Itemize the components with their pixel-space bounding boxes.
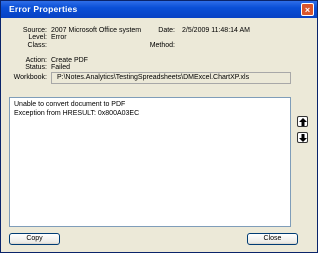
workbook-path-field[interactable]: P:\Notes.Analytics\TestingSpreadsheets\D… (51, 72, 291, 84)
action-value: Create PDF (51, 57, 88, 64)
date-label: Date: (158, 27, 175, 34)
class-label: Class: (27, 42, 47, 49)
status-value: Failed (51, 64, 71, 71)
source-label: Source: (22, 27, 47, 34)
workbook-label: Workbook: (13, 74, 47, 81)
source-value: 2007 Microsoft Office system (51, 27, 142, 34)
date-value: 2/5/2009 11:48:14 AM (182, 27, 250, 34)
error-message-line: Unable to convert document to PDF (14, 101, 126, 108)
copy-button[interactable]: Copy (9, 233, 60, 245)
status-label: Status: (25, 64, 47, 71)
error-message-line: Exception from HRESULT: 0x800A03EC (14, 109, 140, 117)
title-bar[interactable]: Error Properties × (1, 1, 317, 18)
action-label: Action: (25, 57, 47, 64)
level-label: Level: (28, 34, 47, 41)
window-title: Error Properties (9, 4, 78, 14)
next-error-button[interactable] (297, 132, 308, 143)
arrow-up-icon (298, 117, 307, 126)
arrow-down-icon (298, 133, 307, 142)
level-value: Error (51, 34, 67, 41)
error-message-box[interactable]: Unable to convert document to PDF Except… (9, 97, 291, 227)
previous-error-button[interactable] (297, 116, 308, 127)
error-properties-window: Error Properties × Source: 2007 Microsof… (0, 0, 318, 253)
close-window-button[interactable]: × (301, 3, 314, 16)
method-label: Method: (149, 42, 175, 49)
close-button[interactable]: Close (247, 233, 298, 245)
